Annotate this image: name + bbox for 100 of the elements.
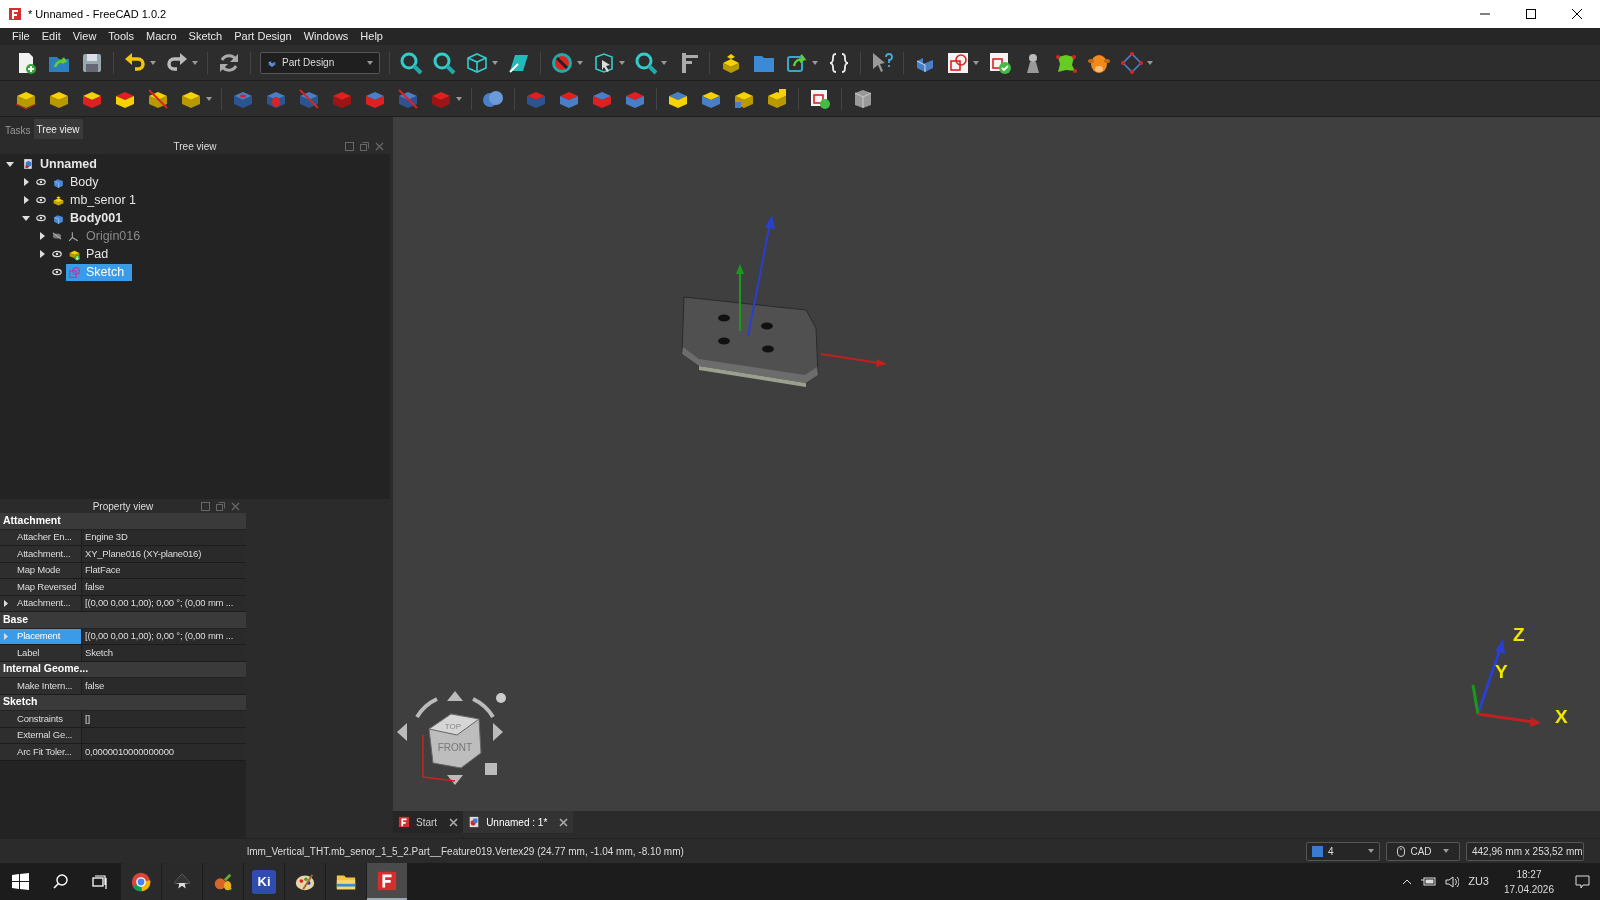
- taskbar-app[interactable]: [326, 863, 366, 900]
- block-icon[interactable]: [146, 86, 170, 111]
- property-name[interactable]: Label: [12, 645, 82, 661]
- caret-icon[interactable]: [812, 60, 818, 65]
- menu-item[interactable]: Tools: [102, 28, 141, 45]
- menu-item[interactable]: File: [6, 28, 36, 45]
- caret-icon[interactable]: [456, 96, 462, 101]
- expand-arrow-icon[interactable]: [38, 232, 46, 240]
- navigation-style-dropdown[interactable]: CAD: [1386, 841, 1460, 861]
- menu-item[interactable]: Windows: [297, 28, 355, 45]
- document-icon: [22, 157, 35, 171]
- tree-item[interactable]: Body: [70, 172, 99, 192]
- menu-item[interactable]: Sketch: [182, 28, 229, 45]
- property-name[interactable]: Arc Fit Toler...: [12, 744, 82, 760]
- y-axis-arrow: [736, 264, 744, 332]
- tree-item[interactable]: Origin016: [86, 226, 141, 246]
- taskbar-app[interactable]: [121, 863, 161, 900]
- zoom-icon[interactable]: [399, 50, 423, 75]
- property-name[interactable]: Make Intern...: [12, 678, 82, 694]
- tree-item[interactable]: mb_senor 1: [70, 190, 136, 210]
- block-icon[interactable]: [765, 86, 789, 111]
- caret-icon[interactable]: [1147, 60, 1153, 65]
- hidden-eye-icon[interactable]: [52, 232, 62, 240]
- menu-item[interactable]: Macro: [140, 28, 183, 45]
- property-group[interactable]: Base: [0, 612, 246, 629]
- collapse-arrow-icon[interactable]: [22, 214, 30, 222]
- property-value[interactable]: Sketch: [82, 645, 246, 661]
- expand-arrow-icon[interactable]: [3, 599, 9, 607]
- panel-tab[interactable]: Tree view: [33, 119, 83, 139]
- property-value[interactable]: []: [82, 711, 246, 727]
- eye-icon[interactable]: [36, 178, 46, 186]
- taskbar-app[interactable]: [367, 863, 407, 900]
- float-icon[interactable]: [345, 142, 354, 151]
- taskbar-app[interactable]: [285, 863, 325, 900]
- eye-icon[interactable]: [52, 268, 62, 276]
- caret-icon[interactable]: [661, 60, 667, 65]
- menu-item[interactable]: Help: [354, 28, 389, 45]
- draw-style-dropdown[interactable]: 4: [1306, 841, 1380, 861]
- property-value[interactable]: false: [82, 579, 246, 595]
- restore-icon[interactable]: [216, 501, 225, 511]
- menu-item[interactable]: View: [66, 28, 103, 45]
- taskbar-app[interactable]: Ki: [244, 863, 284, 900]
- expand-arrow-icon[interactable]: [22, 196, 30, 204]
- caret-icon[interactable]: [577, 60, 583, 65]
- menu-item[interactable]: Edit: [35, 28, 67, 45]
- rhombus-icon[interactable]: [1120, 50, 1144, 75]
- property-name[interactable]: Constraints: [12, 711, 82, 727]
- braces-icon[interactable]: [827, 50, 851, 75]
- caret-icon[interactable]: [192, 60, 198, 65]
- property-value[interactable]: false: [82, 678, 246, 694]
- float-icon[interactable]: [201, 501, 210, 511]
- volume-icon[interactable]: [1445, 875, 1460, 888]
- validate-sketch-icon[interactable]: [988, 50, 1012, 75]
- clock-time[interactable]: 18:27: [1516, 866, 1542, 882]
- close-icon[interactable]: [449, 817, 459, 827]
- eye-icon[interactable]: [36, 214, 46, 222]
- document-tab[interactable]: Start: [393, 811, 464, 833]
- navigation-cube-drawing[interactable]: [397, 691, 506, 785]
- task-view-icon[interactable]: [92, 874, 108, 889]
- caret-icon[interactable]: [150, 60, 156, 65]
- app-logo-icon: [398, 816, 410, 828]
- cube-icon[interactable]: [465, 50, 489, 75]
- eye-icon[interactable]: [36, 196, 46, 204]
- zoom-icon[interactable]: [634, 50, 658, 75]
- caret-icon[interactable]: [973, 60, 979, 65]
- tree-item[interactable]: Body001: [70, 208, 123, 228]
- expand-arrow-icon[interactable]: [22, 178, 30, 186]
- caret-icon[interactable]: [206, 96, 212, 101]
- language-indicator[interactable]: ZU3: [1468, 873, 1489, 890]
- collapse-arrow-icon[interactable]: [6, 160, 14, 168]
- battery-icon[interactable]: [1421, 877, 1437, 886]
- caret-icon[interactable]: [619, 60, 625, 65]
- property-name[interactable]: Attachment...: [12, 546, 82, 562]
- property-group[interactable]: Attachment: [0, 513, 246, 530]
- property-name[interactable]: Map Reversed: [12, 579, 82, 595]
- property-value[interactable]: XY_Plane016 (XY-plane016): [82, 546, 246, 562]
- property-value[interactable]: 0,0000010000000000: [82, 744, 246, 760]
- document-tab[interactable]: Unnamed : 1*: [463, 811, 574, 833]
- menu-item[interactable]: Part Design: [228, 28, 298, 45]
- dimensions-dropdown[interactable]: 442,96 mm x 253,52 mm: [1466, 841, 1584, 861]
- mouse-icon: [1397, 845, 1406, 857]
- notification-icon[interactable]: [1575, 874, 1590, 889]
- expand-arrow-icon[interactable]: [38, 250, 46, 258]
- box-select-icon[interactable]: [592, 50, 616, 75]
- windows-start-icon[interactable]: [11, 873, 29, 890]
- eye-icon[interactable]: [52, 250, 62, 258]
- zoom-icon[interactable]: [432, 50, 456, 75]
- tree-item[interactable]: Unnamed: [40, 154, 97, 174]
- close-icon[interactable]: [559, 817, 569, 827]
- search-icon[interactable]: [52, 874, 68, 889]
- tree-item[interactable]: Pad: [86, 244, 109, 264]
- workbench-dropdown[interactable]: Part Design: [260, 51, 380, 74]
- chevron-up-icon[interactable]: [1402, 878, 1413, 885]
- restore-icon[interactable]: [360, 142, 369, 151]
- taskbar-app[interactable]: [203, 863, 243, 900]
- prohibited-icon[interactable]: [550, 50, 574, 75]
- clock-date[interactable]: 17.04.2026: [1503, 881, 1554, 897]
- caret-icon[interactable]: [492, 60, 498, 65]
- sketch-icon[interactable]: [946, 50, 970, 75]
- pointer-icon[interactable]: [870, 50, 894, 75]
